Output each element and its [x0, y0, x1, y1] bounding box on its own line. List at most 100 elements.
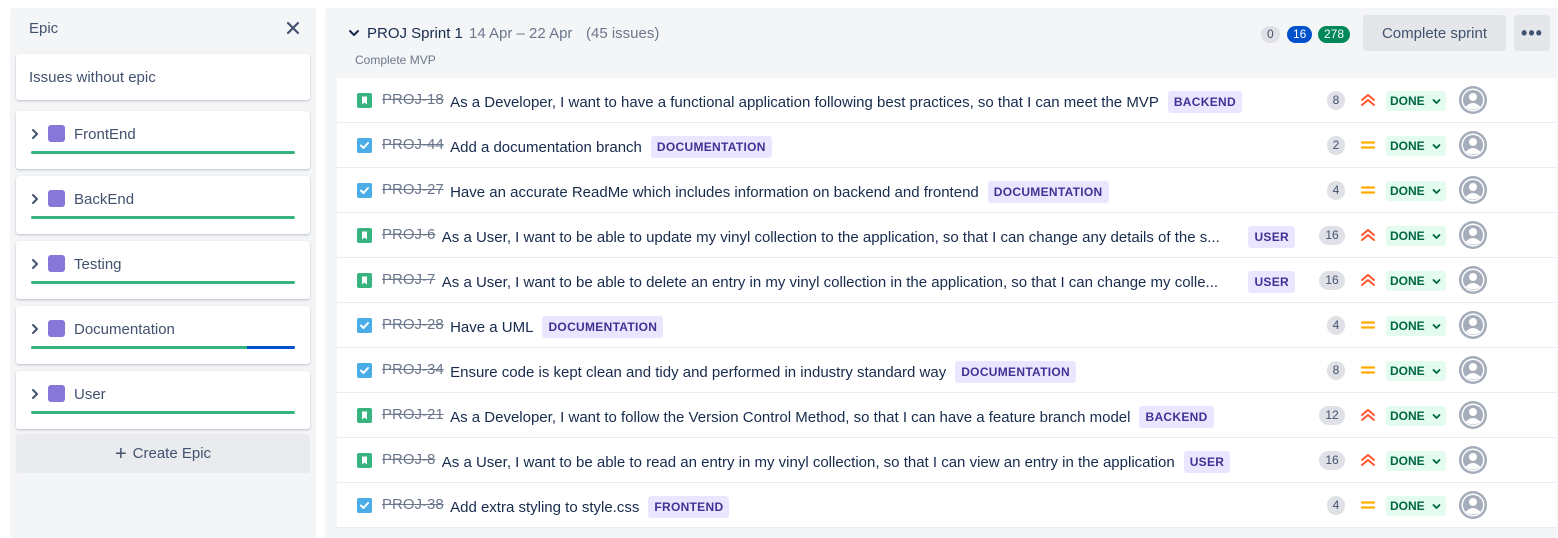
chevron-down-icon	[1432, 144, 1441, 149]
status-dropdown[interactable]: DONE	[1386, 271, 1446, 291]
status-dropdown[interactable]: DONE	[1386, 496, 1446, 516]
close-icon[interactable]	[282, 17, 304, 39]
sprint-panel: PROJ Sprint 1 14 Apr – 22 Apr (45 issues…	[325, 8, 1558, 538]
epic-item-user[interactable]: User	[16, 371, 310, 429]
priority-medium-icon	[1359, 181, 1377, 199]
assignee-avatar[interactable]	[1459, 401, 1487, 429]
story-icon	[357, 228, 372, 243]
epic-progress-done	[31, 281, 295, 284]
epic-label[interactable]: USER	[1248, 226, 1295, 248]
task-icon	[357, 318, 372, 333]
status-label: DONE	[1390, 229, 1425, 243]
status-dropdown[interactable]: DONE	[1386, 226, 1446, 246]
chevron-down-icon	[1432, 459, 1441, 464]
issue-key[interactable]: PROJ-34	[382, 361, 444, 378]
epic-label[interactable]: BACKEND	[1167, 91, 1242, 113]
status-dropdown[interactable]: DONE	[1386, 451, 1446, 471]
priority-medium-icon	[1359, 361, 1377, 379]
issue-summary-group: As a Developer, I want to follow the Ver…	[450, 406, 1214, 428]
issue-key[interactable]: PROJ-21	[382, 406, 444, 423]
chevron-right-icon[interactable]	[30, 322, 40, 336]
issue-key[interactable]: PROJ-28	[382, 316, 444, 333]
issue-key[interactable]: PROJ-18	[382, 91, 444, 108]
issue-row[interactable]: PROJ-18 As a Developer, I want to have a …	[337, 78, 1557, 123]
epic-label[interactable]: BACKEND	[1139, 406, 1214, 428]
assignee-avatar[interactable]	[1459, 86, 1487, 114]
issue-summary-group: Have a UML DOCUMENTATION	[450, 316, 664, 338]
in-progress-count-badge: 16	[1287, 26, 1313, 43]
assignee-avatar[interactable]	[1459, 446, 1487, 474]
chevron-right-icon[interactable]	[30, 387, 40, 401]
epic-item-documentation[interactable]: Documentation	[16, 306, 310, 364]
chevron-right-icon[interactable]	[30, 127, 40, 141]
chevron-down-icon[interactable]	[347, 26, 361, 40]
issue-summary: Have a UML	[450, 318, 534, 336]
status-dropdown[interactable]: DONE	[1386, 181, 1446, 201]
epic-name: Documentation	[74, 321, 175, 338]
status-dropdown[interactable]: DONE	[1386, 361, 1446, 381]
more-actions-button[interactable]: •••	[1514, 15, 1550, 51]
chevron-down-icon	[1432, 99, 1441, 104]
assignee-avatar[interactable]	[1459, 131, 1487, 159]
story-points-badge: 4	[1327, 496, 1345, 515]
epic-item-testing[interactable]: Testing	[16, 241, 310, 299]
epic-progress-bar	[31, 281, 295, 284]
task-icon	[357, 138, 372, 153]
issue-row[interactable]: PROJ-27 Have an accurate ReadMe which inc…	[337, 168, 1557, 213]
assignee-avatar[interactable]	[1459, 176, 1487, 204]
epic-label[interactable]: DOCUMENTATION	[650, 136, 772, 158]
epic-label[interactable]: FRONTEND	[648, 496, 730, 518]
issue-key[interactable]: PROJ-27	[382, 181, 444, 198]
issue-list: PROJ-18 As a Developer, I want to have a …	[337, 78, 1557, 528]
story-icon	[357, 408, 372, 423]
issue-row[interactable]: PROJ-6 As a User, I want to be able to up…	[337, 213, 1557, 258]
assignee-avatar[interactable]	[1459, 221, 1487, 249]
assignee-avatar[interactable]	[1459, 266, 1487, 294]
status-label: DONE	[1390, 409, 1425, 423]
assignee-avatar[interactable]	[1459, 311, 1487, 339]
issue-row[interactable]: PROJ-7 As a User, I want to be able to de…	[337, 258, 1557, 303]
issue-key[interactable]: PROJ-38	[382, 496, 444, 513]
complete-sprint-button[interactable]: Complete sprint	[1363, 15, 1506, 51]
epic-item-frontend[interactable]: FrontEnd	[16, 111, 310, 169]
issue-row[interactable]: PROJ-38 Add extra styling to style.css FRO…	[337, 483, 1557, 528]
issue-row[interactable]: PROJ-28 Have a UML DOCUMENTATION 4 DONE	[337, 303, 1557, 348]
issue-row[interactable]: PROJ-21 As a Developer, I want to follow …	[337, 393, 1557, 438]
chevron-right-icon[interactable]	[30, 257, 40, 271]
issues-without-epic[interactable]: Issues without epic	[16, 54, 310, 100]
status-dropdown[interactable]: DONE	[1386, 406, 1446, 426]
story-points-badge: 16	[1319, 271, 1345, 290]
priority-high-icon	[1359, 406, 1377, 424]
story-points-badge: 4	[1327, 316, 1345, 335]
assignee-avatar[interactable]	[1459, 356, 1487, 384]
sprint-name[interactable]: PROJ Sprint 1	[367, 25, 463, 42]
story-points-badge: 2	[1327, 136, 1345, 155]
issue-row[interactable]: PROJ-8 As a User, I want to be able to re…	[337, 438, 1557, 483]
assignee-avatar[interactable]	[1459, 491, 1487, 519]
issue-key[interactable]: PROJ-6	[382, 226, 435, 243]
status-dropdown[interactable]: DONE	[1386, 316, 1446, 336]
epic-label[interactable]: DOCUMENTATION	[542, 316, 664, 338]
priority-high-icon	[1359, 451, 1377, 469]
issue-key[interactable]: PROJ-8	[382, 451, 435, 468]
issue-key[interactable]: PROJ-44	[382, 136, 444, 153]
status-label: DONE	[1390, 274, 1425, 288]
epic-label[interactable]: DOCUMENTATION	[987, 181, 1109, 203]
chevron-right-icon[interactable]	[30, 192, 40, 206]
status-dropdown[interactable]: DONE	[1386, 136, 1446, 156]
create-epic-button[interactable]: + Create Epic	[16, 434, 310, 473]
issue-summary: Ensure code is kept clean and tidy and p…	[450, 363, 947, 381]
chevron-down-icon	[1432, 234, 1441, 239]
epic-item-backend[interactable]: BackEnd	[16, 176, 310, 234]
issue-key[interactable]: PROJ-7	[382, 271, 435, 288]
issue-summary-group: Have an accurate ReadMe which includes i…	[450, 181, 1109, 203]
issue-summary-group: Add a documentation branch DOCUMENTATION	[450, 136, 772, 158]
issue-summary: Add a documentation branch	[450, 138, 642, 156]
epic-label[interactable]: USER	[1183, 451, 1231, 473]
status-dropdown[interactable]: DONE	[1386, 91, 1446, 111]
issue-row[interactable]: PROJ-44 Add a documentation branch DOCUMEN…	[337, 123, 1557, 168]
issue-summary: As a User, I want to be able to read an …	[441, 453, 1175, 471]
epic-label[interactable]: USER	[1248, 271, 1295, 293]
epic-label[interactable]: DOCUMENTATION	[955, 361, 1076, 383]
issue-row[interactable]: PROJ-34 Ensure code is kept clean and tid…	[337, 348, 1557, 393]
